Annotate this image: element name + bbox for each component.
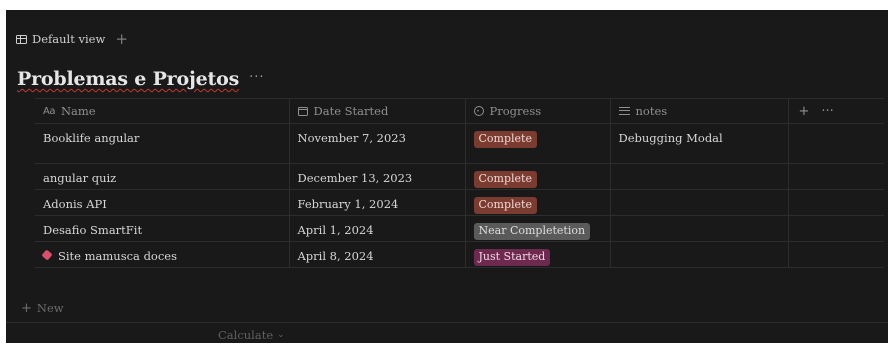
- row-name: Site mamusca doces: [58, 249, 177, 263]
- column-header-name[interactable]: Aa Name: [35, 98, 290, 124]
- name-cell[interactable]: Booklife angular: [35, 123, 290, 164]
- status-badge: Complete: [473, 197, 537, 214]
- row-name: angular quiz: [43, 171, 117, 185]
- status-badge: Just Started: [473, 249, 551, 266]
- table-row[interactable]: Desafio SmartFit April 1, 2024 Near Comp…: [35, 215, 884, 242]
- row-name: Adonis API: [43, 197, 107, 211]
- row-name: Booklife angular: [43, 131, 140, 145]
- notes-cell[interactable]: [610, 241, 789, 268]
- date-cell[interactable]: November 7, 2023: [289, 123, 466, 164]
- empty-cell: [788, 189, 884, 216]
- calendar-icon: [297, 106, 308, 116]
- table-row[interactable]: angular quiz December 13, 2023 Complete: [35, 163, 884, 190]
- view-tab-label: Default view: [32, 32, 106, 46]
- date-cell[interactable]: December 13, 2023: [289, 163, 466, 190]
- column-header-label: Name: [60, 104, 96, 118]
- add-view-button[interactable]: +: [115, 30, 128, 48]
- status-badge: Complete: [473, 131, 537, 148]
- notes-cell[interactable]: [610, 189, 789, 216]
- database-title[interactable]: Problemas e Projetos: [17, 68, 239, 90]
- database-more-button[interactable]: ···: [249, 70, 264, 85]
- property-more-button[interactable]: ···: [821, 104, 833, 119]
- row-notes: Debugging Modal: [618, 131, 723, 145]
- text-lines-icon: [618, 107, 630, 115]
- candy-icon: [41, 249, 53, 261]
- table-header-row: Aa Name Date Started Progress notes + ··…: [35, 98, 884, 124]
- new-row-button[interactable]: + New: [21, 298, 64, 318]
- table-icon: [16, 34, 27, 44]
- text-property-icon: Aa: [43, 105, 55, 117]
- progress-cell[interactable]: Complete: [465, 163, 611, 190]
- name-cell[interactable]: angular quiz: [35, 163, 290, 190]
- date-cell[interactable]: April 8, 2024: [289, 241, 466, 268]
- date-cell[interactable]: February 1, 2024: [289, 189, 466, 216]
- row-name: Desafio SmartFit: [43, 223, 143, 237]
- empty-cell: [788, 241, 884, 268]
- status-badge: Complete: [473, 171, 537, 188]
- status-icon: [473, 106, 484, 116]
- database-table: Aa Name Date Started Progress notes + ··…: [35, 98, 884, 268]
- name-cell[interactable]: Adonis API: [35, 189, 290, 216]
- table-row[interactable]: Booklife angular November 7, 2023 Comple…: [35, 123, 884, 164]
- status-badge: Near Completetion: [473, 223, 591, 240]
- column-header-label: Date Started: [313, 104, 389, 118]
- new-row-label: New: [36, 301, 64, 315]
- column-header-date-started[interactable]: Date Started: [289, 98, 466, 124]
- column-header-progress[interactable]: Progress: [465, 98, 611, 124]
- table-row[interactable]: Adonis API February 1, 2024 Complete: [35, 189, 884, 216]
- name-cell[interactable]: Desafio SmartFit: [35, 215, 290, 242]
- empty-cell: [788, 123, 884, 164]
- progress-cell[interactable]: Complete: [465, 189, 611, 216]
- database-title-row: Problemas e Projetos ···: [17, 66, 264, 92]
- row-date: November 7, 2023: [297, 131, 406, 145]
- table-row[interactable]: Site mamusca doces April 8, 2024 Just St…: [35, 241, 884, 268]
- row-date: April 1, 2024: [297, 223, 374, 237]
- calculate-label: Calculate: [218, 328, 274, 342]
- column-header-notes[interactable]: notes: [610, 98, 789, 124]
- column-header-label: Progress: [489, 104, 542, 118]
- notes-cell[interactable]: [610, 215, 789, 242]
- progress-cell[interactable]: Just Started: [465, 241, 611, 268]
- view-tab-default[interactable]: Default view: [16, 32, 105, 46]
- row-date: April 8, 2024: [297, 249, 374, 263]
- plus-icon: +: [21, 300, 32, 316]
- progress-cell[interactable]: Near Completetion: [465, 215, 611, 242]
- view-bar: Default view +: [6, 28, 128, 50]
- screenshot-frame: Default view + Problemas e Projetos ···: [0, 0, 888, 347]
- column-header-actions: + ···: [788, 98, 884, 124]
- row-date: February 1, 2024: [297, 197, 399, 211]
- calculate-button[interactable]: Calculate ⌄: [218, 328, 285, 342]
- divider: [6, 322, 888, 323]
- database-page: Default view + Problemas e Projetos ···: [6, 10, 888, 343]
- date-cell[interactable]: April 1, 2024: [289, 215, 466, 242]
- name-cell[interactable]: Site mamusca doces: [35, 241, 290, 268]
- notes-cell[interactable]: Debugging Modal: [610, 123, 789, 164]
- notes-cell[interactable]: [610, 163, 789, 190]
- add-property-button[interactable]: +: [799, 104, 810, 119]
- chevron-down-icon: ⌄: [277, 330, 285, 340]
- progress-cell[interactable]: Complete: [465, 123, 611, 164]
- empty-cell: [788, 215, 884, 242]
- row-date: December 13, 2023: [297, 171, 413, 185]
- column-header-label: notes: [635, 104, 668, 118]
- empty-cell: [788, 163, 884, 190]
